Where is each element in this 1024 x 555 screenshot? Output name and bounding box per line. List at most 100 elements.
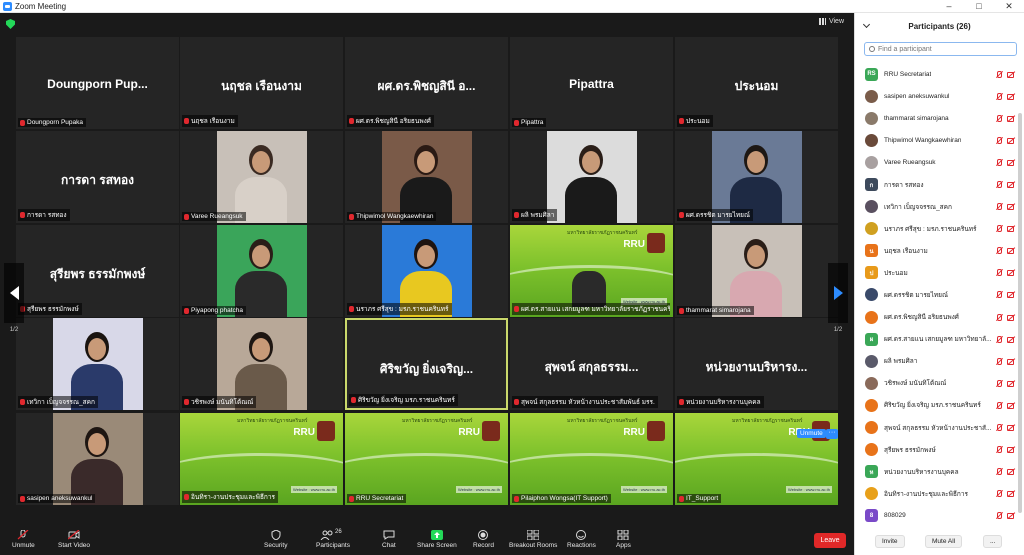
close-icon[interactable]: ✕ — [994, 0, 1024, 13]
mic-muted-icon — [996, 357, 1002, 365]
participant-row[interactable]: ผศ.ดรรชิต มารยไทยณ์ — [855, 284, 1015, 306]
video-tile[interactable]: ผลิ พรมศิลา — [510, 131, 673, 223]
participant-row[interactable]: ศิริขวัญ ยิ่งเจริญ มรภ.ราชนครินทร์ — [855, 394, 1015, 416]
participant-row[interactable]: thammarat simarojana — [855, 107, 1015, 129]
video-off-icon — [1007, 468, 1015, 476]
video-off-icon — [1007, 336, 1015, 343]
participant-search-input[interactable]: Find a participant — [864, 42, 1017, 56]
tile-unmute-button[interactable]: Unmute — [797, 429, 826, 438]
video-tile[interactable]: Varee Rueangsuk — [180, 131, 343, 223]
video-tile[interactable]: นราภร ศรีสุข : มรภ.ราชนครินทร์ — [345, 225, 508, 317]
slide-title: มหาวิทยาลัยราชภัฏราชนครินทร์ — [567, 418, 638, 424]
participant-row[interactable]: sasipen aneksuwankul — [855, 85, 1015, 107]
participant-row[interactable]: น นฤชล เรือนงาม — [855, 240, 1015, 262]
participant-row[interactable]: นราภร ศรีสุข : มรภ.ราชนครินทร์ — [855, 218, 1015, 240]
view-button[interactable]: View — [818, 18, 844, 25]
invite-button[interactable]: Invite — [875, 535, 905, 548]
share-screen-button[interactable]: Share Screen — [417, 530, 457, 549]
participant-row[interactable]: ผ ผศ.ดร.สายแน เสกยมูลฑ มหาวิทยาลั... — [855, 328, 1015, 350]
video-tile[interactable]: sasipen aneksuwankul — [16, 413, 179, 505]
shield-icon[interactable] — [6, 19, 15, 29]
video-tile[interactable]: มหาวิทยาลัยราชภัฏราชนครินทร์RRUWebsite :… — [345, 413, 508, 505]
participant-row[interactable]: สุรียพร ธรรมักพงษ์ — [855, 439, 1015, 461]
participant-row[interactable]: อินทิรา-งานประชุมและพิธีการ — [855, 483, 1015, 505]
video-tile[interactable]: ศิริขวัญ ยิ่งเจริญ... ศิริขวัญ ยิ่งเจริญ … — [345, 318, 508, 410]
panel-more-button[interactable]: ... — [983, 535, 1003, 548]
participant-name: 808029 — [884, 512, 906, 520]
mic-muted-icon — [996, 158, 1002, 166]
tile-display-name: สุพจน์ สกุลธรรม... — [544, 360, 639, 374]
maximize-icon[interactable]: □ — [964, 0, 994, 13]
tile-name-text: ประนอม — [686, 118, 710, 125]
tile-name-text: การดา รสทอง — [27, 212, 67, 219]
video-tile[interactable]: การดา รสทอง การดา รสทอง — [16, 131, 179, 223]
mute-all-button[interactable]: Mute All — [925, 535, 963, 548]
participant-row[interactable]: RS RRU Secretariat — [855, 63, 1015, 85]
person-face — [417, 151, 435, 173]
slide-website: Website : www.rru.ac.th — [291, 486, 337, 493]
participant-video — [712, 225, 802, 317]
slide-title: มหาวิทยาลัยราชภัฏราชนครินทร์ — [732, 418, 803, 424]
participants-button[interactable]: 26 Participants — [316, 529, 350, 549]
participant-row[interactable]: ห หน่วยงานบริหารงานบุคคล — [855, 461, 1015, 483]
video-tile[interactable]: มหาวิทยาลัยราชภัฏราชนครินทร์RRUWebsite :… — [510, 225, 673, 317]
participant-name: ประนอม — [884, 269, 908, 277]
minimize-icon[interactable]: – — [934, 0, 964, 13]
participant-row[interactable]: ก การดา รสทอง — [855, 173, 1015, 195]
chat-button[interactable]: Chat — [382, 530, 396, 549]
participant-status-icons — [996, 269, 1015, 277]
video-off-icon — [1007, 247, 1015, 255]
video-tile[interactable]: ประนอม ประนอม — [675, 37, 838, 129]
tile-display-name: ศิริขวัญ ยิ่งเจริญ... — [379, 362, 474, 376]
video-tile[interactable]: ผศ.ดร.พิชญสินี อ... ผศ.ดร.พิชญสินี อริยธน… — [345, 37, 508, 129]
record-button[interactable]: Record — [473, 530, 494, 549]
participant-status-icons — [996, 357, 1015, 365]
video-tile[interactable]: นฤชล เรือนงาม นฤชล เรือนงาม — [180, 37, 343, 129]
tile-more-button[interactable]: ··· — [826, 429, 838, 439]
tile-name-text: Pipattra — [521, 119, 544, 126]
video-tile[interactable]: สุรียพร ธรรมักพงษ์ สุรียพร ธรรมักพงษ์ — [16, 225, 179, 317]
video-tile[interactable]: Thipwimol Wangkaewhiran — [345, 131, 508, 223]
video-tile[interactable]: มหาวิทยาลัยราชภัฏราชนครินทร์RRUWebsite :… — [180, 413, 343, 505]
participant-row[interactable]: ป ประนอม — [855, 262, 1015, 284]
video-off-icon — [1007, 93, 1015, 100]
participant-row[interactable]: Thipwimol Wangkaewhiran — [855, 129, 1015, 151]
apps-button[interactable]: Apps — [616, 529, 631, 549]
record-label: Record — [473, 542, 494, 549]
participant-row[interactable]: สุพจน์ สกุลธรรม หัวหน้างานประชาสั... — [855, 417, 1015, 439]
video-tile[interactable]: มหาวิทยาลัยราชภัฏราชนครินทร์RRUWebsite :… — [510, 413, 673, 505]
video-tile[interactable]: thammarat simarojana — [675, 225, 838, 317]
participant-row[interactable]: ผลิ พรมศิลา — [855, 350, 1015, 372]
participant-row[interactable]: วชิรพงษ์ มนันทิโต้ณณ์ — [855, 372, 1015, 394]
participant-video — [53, 413, 143, 505]
participant-row[interactable]: Varee Rueangsuk — [855, 151, 1015, 173]
video-tile[interactable]: มหาวิทยาลัยราชภัฏราชนครินทร์RRUWebsite :… — [675, 413, 838, 505]
participant-list-scrollbar[interactable] — [1018, 113, 1022, 513]
prev-page-button[interactable]: 1/2 — [4, 263, 24, 333]
participant-video — [217, 225, 307, 317]
video-tile[interactable]: สุพจน์ สกุลธรรม... สุพจน์ สกุลธรรม หัวหน้… — [510, 318, 673, 410]
video-tile[interactable]: หน่วยงานบริหารง... หน่วยงานบริหารงานบุคคล — [675, 318, 838, 410]
video-tile[interactable]: Piyapong phatcha — [180, 225, 343, 317]
participant-row[interactable]: เทวิกา เบ็ญจจรรณ_สคก — [855, 196, 1015, 218]
start-video-button[interactable]: Start Video — [58, 529, 90, 549]
participant-row[interactable]: 8 808029 — [855, 505, 1015, 527]
video-tile[interactable]: Doungporn Pup... Doungporn Pupaka — [16, 37, 179, 129]
video-tile[interactable]: Pipattra Pipattra — [510, 37, 673, 129]
breakout-rooms-button[interactable]: Breakout Rooms — [509, 529, 557, 549]
page-indicator-left: 1/2 — [9, 327, 19, 333]
participant-row[interactable]: ผศ.ดร.พิชญสินี อริยธนพงศ์ — [855, 306, 1015, 328]
mic-muted-icon — [996, 313, 1002, 321]
chevron-down-icon[interactable] — [862, 20, 871, 29]
video-tile[interactable]: เทวิกา เบ็ญจจรรณ_สคก — [16, 318, 179, 410]
chevron-left-icon — [9, 286, 19, 300]
person-face — [417, 245, 435, 267]
tile-name-label: วชิรพงษ์ มนันทิโต้ณณ์ — [182, 396, 257, 408]
security-button[interactable]: Security — [264, 529, 287, 549]
unmute-button[interactable]: Unmute — [12, 529, 35, 549]
leave-button[interactable]: Leave — [814, 533, 846, 548]
video-tile[interactable]: วชิรพงษ์ มนันทิโต้ณณ์ — [180, 318, 343, 410]
next-page-button[interactable]: 1/2 — [828, 263, 848, 333]
reactions-button[interactable]: Reactions — [567, 530, 596, 549]
video-tile[interactable]: ผศ.ดรรชิต มารยไทยณ์ — [675, 131, 838, 223]
